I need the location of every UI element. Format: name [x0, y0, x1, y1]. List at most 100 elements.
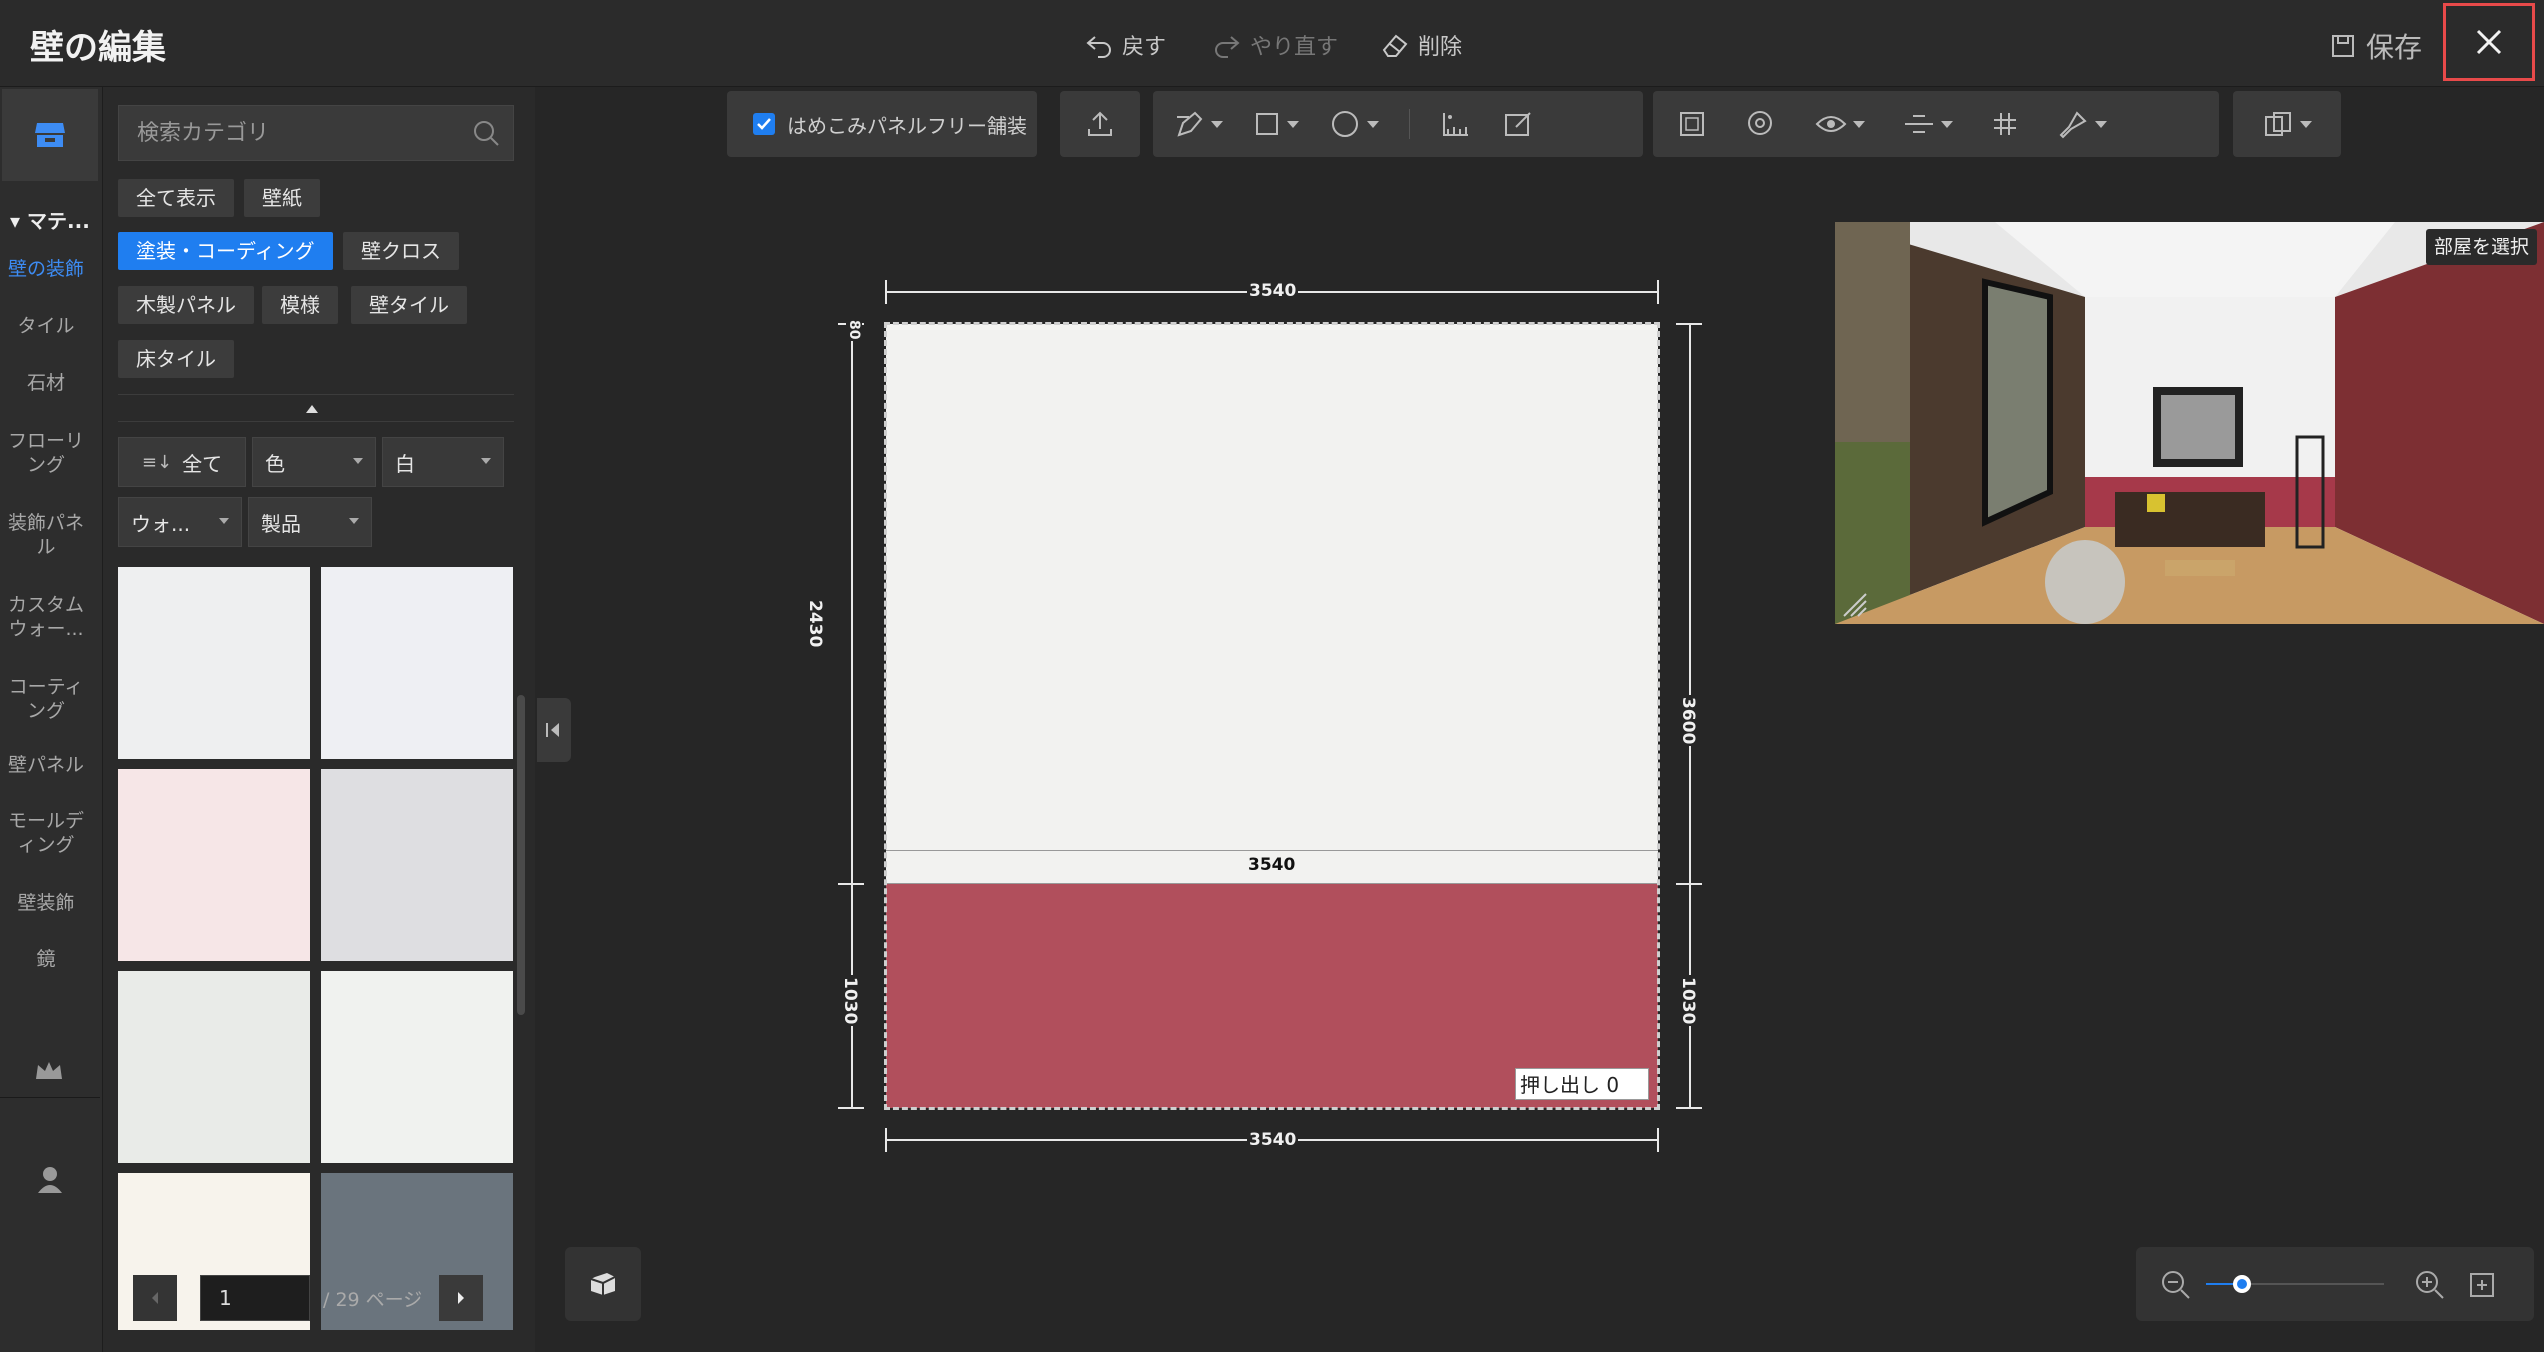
- chevron-right-icon: [458, 1292, 464, 1304]
- rail-item-wall-ornament[interactable]: 壁装飾: [0, 891, 92, 915]
- edit-panel-icon[interactable]: [1502, 109, 1534, 139]
- color-value: 白: [395, 451, 415, 476]
- extrude-label: 押し出し: [1520, 1073, 1600, 1097]
- filter-divider: [118, 421, 514, 422]
- copy-tool[interactable]: [2233, 91, 2341, 157]
- room-select-button[interactable]: 部屋を選択: [2426, 229, 2538, 265]
- style-label: ウォ...: [131, 511, 191, 536]
- zoom-in-icon[interactable]: [2414, 1269, 2446, 1301]
- chevron-down-icon: [1941, 120, 1953, 128]
- panel-scrollbar[interactable]: [517, 695, 525, 1015]
- crown-icon[interactable]: [34, 1059, 64, 1083]
- zoom-track[interactable]: [2206, 1275, 2384, 1293]
- chevron-down-icon: [2300, 120, 2312, 128]
- zoom-out-icon[interactable]: [2160, 1269, 2192, 1301]
- swatch-item[interactable]: [321, 769, 513, 961]
- room-preview-image: [1835, 222, 2544, 624]
- rail-item-wall-panel[interactable]: 壁パネル: [0, 753, 92, 777]
- swatch-item[interactable]: [118, 971, 310, 1163]
- rail-heading[interactable]: ▾ マテ...: [10, 205, 90, 234]
- chip-pattern[interactable]: 模様: [262, 286, 338, 324]
- swatch-item[interactable]: [321, 567, 513, 759]
- cube-icon: [590, 1273, 616, 1295]
- checkbox-checked[interactable]: [753, 113, 775, 135]
- collapse-up-icon[interactable]: [306, 405, 318, 413]
- rail-item-mirror[interactable]: 鏡: [0, 947, 92, 971]
- page-next-button[interactable]: [439, 1275, 483, 1321]
- pen-tool[interactable]: [1173, 109, 1223, 139]
- swatch-item[interactable]: [118, 769, 310, 961]
- rail-item-decor-panel[interactable]: 装飾パネル: [0, 511, 92, 559]
- search-button[interactable]: [459, 106, 513, 160]
- align-tool[interactable]: [1903, 110, 1953, 138]
- product-dropdown[interactable]: 製品: [248, 497, 372, 547]
- color-dropdown[interactable]: 色: [252, 437, 376, 487]
- room-preview[interactable]: [1835, 222, 2544, 624]
- circle-tool[interactable]: [1329, 108, 1379, 140]
- rail-item-molding[interactable]: モールディング: [0, 809, 92, 857]
- left-rail: ▾ マテ... 壁の装飾 タイル 石材 フローリング 装飾パネル カスタムウォー…: [0, 87, 103, 1352]
- chevron-down-icon: [1367, 120, 1379, 128]
- rail-item-wall-decor[interactable]: 壁の装飾: [0, 257, 92, 281]
- redo-icon: [1215, 36, 1240, 58]
- chip-wood-panel[interactable]: 木製パネル: [118, 286, 254, 324]
- undo-button[interactable]: 戻す: [1084, 28, 1166, 62]
- chip-floor-tile[interactable]: 床タイル: [118, 340, 234, 378]
- dim-left-lower: 1030: [840, 975, 860, 1027]
- chip-wallpaper[interactable]: 壁紙: [244, 179, 320, 217]
- rectangle-tool[interactable]: [1253, 110, 1299, 138]
- chip-all[interactable]: 全て表示: [118, 179, 234, 217]
- chevron-down-icon: [481, 458, 491, 464]
- delete-button[interactable]: 削除: [1380, 28, 1462, 62]
- rail-item-tile[interactable]: タイル: [0, 314, 92, 338]
- resize-handle-icon[interactable]: [1840, 590, 1868, 618]
- color-value-dropdown[interactable]: 白: [382, 437, 504, 487]
- zoom-control: [2136, 1247, 2534, 1321]
- chevron-left-icon: [152, 1292, 158, 1304]
- zoom-slider-handle[interactable]: [2232, 1275, 2251, 1293]
- redo-button[interactable]: やり直す: [1212, 28, 1338, 62]
- grid-icon[interactable]: [1991, 110, 2019, 138]
- close-button[interactable]: [2443, 3, 2535, 81]
- sort-label: 全て: [182, 451, 223, 476]
- chip-wall-cloth[interactable]: 壁クロス: [343, 232, 459, 270]
- save-icon: [2332, 35, 2354, 57]
- search-input[interactable]: [119, 106, 459, 160]
- chip-paint-coating[interactable]: 塗装・コーディング: [118, 232, 333, 270]
- sort-dropdown[interactable]: ≡↓ 全て: [118, 437, 246, 487]
- material-tab[interactable]: [2, 89, 98, 181]
- frame-select-icon[interactable]: [1677, 109, 1707, 139]
- ruler-icon[interactable]: [1440, 109, 1472, 139]
- save-button[interactable]: 保存: [2330, 26, 2422, 66]
- align-icon: [1905, 115, 1933, 133]
- draw-tools: [1153, 91, 1643, 157]
- chip-wall-tile[interactable]: 壁タイル: [351, 286, 467, 324]
- upload-button[interactable]: [1060, 91, 1140, 157]
- undo-icon: [1086, 36, 1111, 58]
- rail-item-stone[interactable]: 石材: [0, 371, 92, 395]
- rail-item-custom-wall[interactable]: カスタムウォー...: [0, 593, 92, 641]
- extrude-field[interactable]: 押し出し 0: [1515, 1068, 1649, 1100]
- chevron-down-icon: [353, 458, 363, 464]
- dim-left-upper: 2430: [805, 598, 825, 650]
- page-prev-button[interactable]: [133, 1275, 177, 1321]
- visibility-tool[interactable]: [1815, 112, 1865, 136]
- chevron-down-icon: [2095, 120, 2107, 128]
- page-number-input[interactable]: 1: [200, 1275, 310, 1321]
- paint-tool[interactable]: [2057, 109, 2107, 139]
- swatch-item[interactable]: [118, 567, 310, 759]
- rail-item-flooring[interactable]: フローリング: [0, 429, 92, 477]
- fit-view-icon[interactable]: [2468, 1271, 2496, 1299]
- swatch-item[interactable]: [321, 971, 513, 1163]
- style-dropdown[interactable]: ウォ...: [118, 497, 242, 547]
- collapse-panel-button[interactable]: [537, 698, 571, 762]
- rotate-icon[interactable]: [1745, 109, 1777, 139]
- rail-item-coating[interactable]: コーティング: [0, 675, 92, 723]
- collapse-left-icon: [546, 723, 559, 737]
- view-3d-button[interactable]: [565, 1247, 641, 1321]
- color-label: 色: [265, 451, 285, 476]
- panel-free-toggle[interactable]: はめこみパネルフリー舗装: [727, 91, 1037, 157]
- eye-icon: [1815, 116, 1847, 132]
- pen-icon: [1177, 111, 1203, 137]
- user-icon[interactable]: [36, 1165, 64, 1195]
